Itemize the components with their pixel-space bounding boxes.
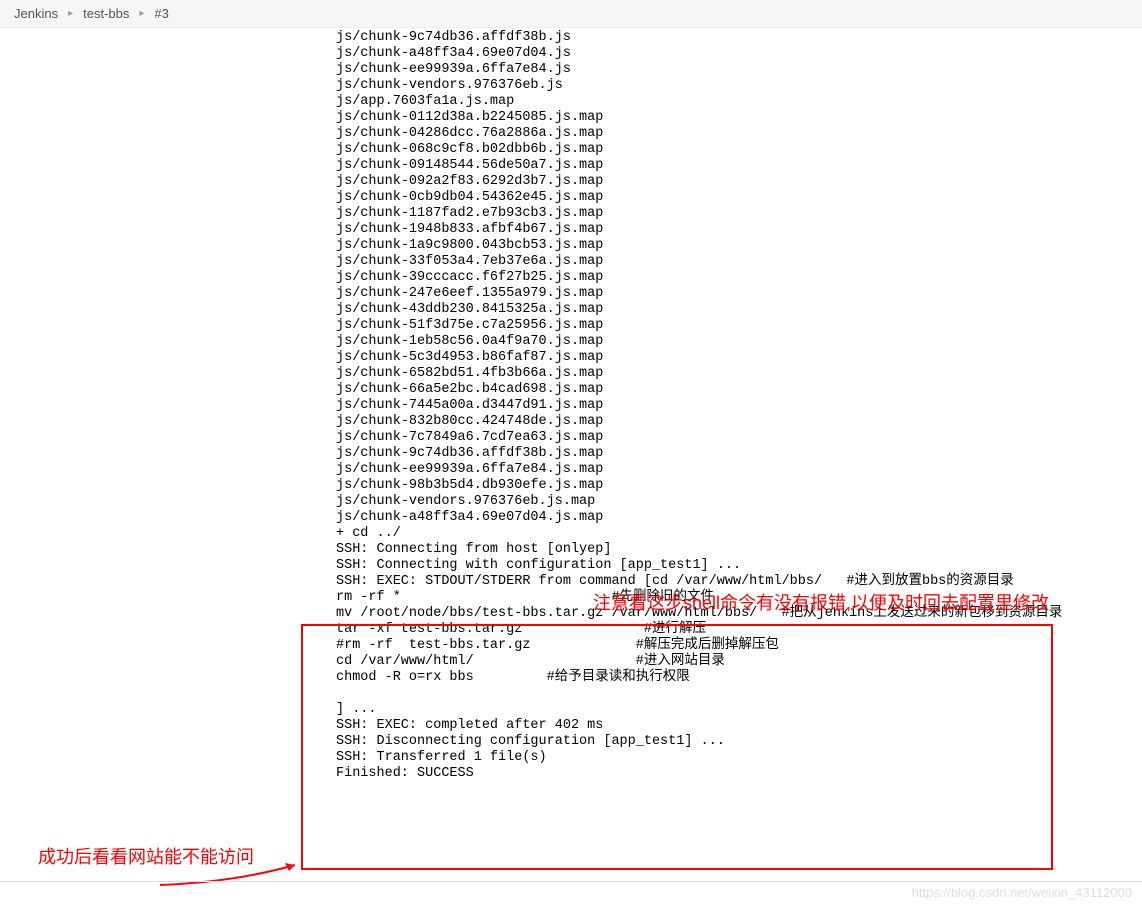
highlight-box <box>301 624 1053 870</box>
watermark-text: https://blog.csdn.net/weixin_43112000 <box>912 885 1132 900</box>
breadcrumb-jenkins[interactable]: Jenkins <box>14 6 58 21</box>
footer-divider <box>0 881 1142 882</box>
breadcrumb-build[interactable]: #3 <box>154 6 168 21</box>
chevron-right-icon: ▸ <box>139 8 144 19</box>
chevron-right-icon: ▸ <box>68 8 73 19</box>
breadcrumb-project[interactable]: test-bbs <box>83 6 129 21</box>
arrow-icon <box>155 860 310 888</box>
breadcrumb: Jenkins ▸ test-bbs ▸ #3 <box>0 0 1142 28</box>
annotation-shell-check: 注意看这步shell命令有没有报错,以便及时回去配置里修改 <box>593 589 1049 615</box>
